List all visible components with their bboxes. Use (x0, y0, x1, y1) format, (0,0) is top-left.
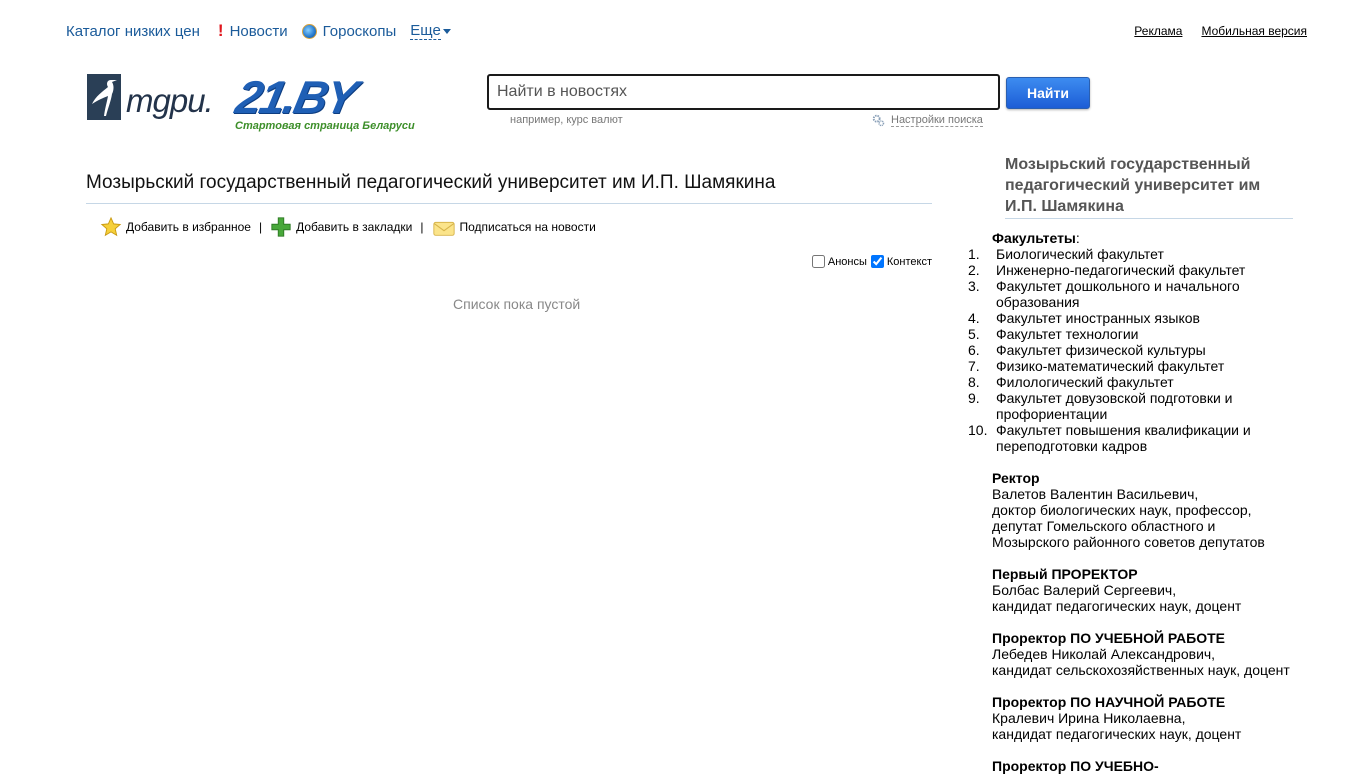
top-navigation: Каталог низких цен ! Новости Гороскопы Ещ… (66, 21, 465, 41)
page-title: Мозырьский государственный педагогически… (86, 172, 932, 204)
announcements-label: Анонсы (827, 255, 867, 268)
faculty-name: Филологический факультет (996, 374, 1174, 390)
prorector-sci-detail: кандидат педагогических наук, доцент (992, 726, 1242, 742)
first-prorector-detail: кандидат педагогических наук, доцент (992, 598, 1242, 614)
rector-detail: депутат Гомельского областного и (992, 518, 1216, 534)
sidebar-title: Мозырьский государственный педагогически… (1005, 154, 1293, 219)
search-input[interactable] (487, 74, 1000, 110)
caret-down-icon (442, 28, 451, 34)
nav-catalog-label: Каталог низких цен (66, 22, 200, 40)
search-example-hint: например, курс валют (510, 114, 623, 126)
empty-list-message: Список пока пустой (453, 296, 581, 312)
gear-icon (872, 114, 885, 127)
faculty-name: Инженерно-педагогический факультет (996, 262, 1246, 278)
faculty-name: Факультет дошкольного и начального образ… (996, 278, 1240, 310)
faculties-list: 1. Биологический факультет 2. Инженерно-пе… (968, 246, 1312, 454)
rector-name: Валетов Валентин Васильевич, (992, 486, 1199, 502)
nav-more-dropdown[interactable]: Еще (410, 21, 451, 40)
separator: | (420, 220, 424, 234)
search-settings: Настройки поиска (872, 114, 983, 127)
rector-detail: Мозырского районного советов депутатов (992, 534, 1265, 550)
announcements-filter[interactable]: Анонсы (811, 255, 867, 268)
logo-tagline: Стартовая страница Беларуси (235, 120, 415, 132)
subscribe-news-button[interactable]: Подписаться на новости (432, 216, 596, 238)
add-favorite-label: Добавить в избранное (126, 220, 251, 234)
list-item: 6. Факультет физической культуры (968, 342, 1206, 358)
globe-icon (301, 23, 317, 39)
list-item: 1. Биологический факультет (968, 246, 1164, 262)
faculty-name: Факультет иностранных языков (996, 310, 1200, 326)
prorector-sci-block: Проректор ПО НАУЧНОЙ РАБОТЕ Кралевич Ири… (992, 694, 1312, 742)
list-item: 2. Инженерно-педагогический факультет (968, 262, 1246, 278)
sidebar-info: Факультеты: 1. Биологический факультет 2.… (968, 230, 1312, 774)
rector-detail: доктор биологических наук, профессор, (992, 502, 1252, 518)
prorector-sci-heading: Проректор ПО НАУЧНОЙ РАБОТЕ (992, 694, 1226, 710)
list-item: 4. Факультет иностранных языков (968, 310, 1200, 326)
faculty-name: Биологический факультет (996, 246, 1164, 262)
plus-icon (271, 217, 291, 237)
list-item: 7. Физико-математический факультет (968, 358, 1225, 374)
nav-more-label: Еще (410, 21, 441, 40)
context-label: Контекст (886, 255, 932, 268)
action-bar: Добавить в избранное | Добавить в заклад… (100, 216, 596, 238)
site-logo[interactable]: mgpu. 21.BY Стартовая страница Беларуси (87, 71, 452, 136)
first-prorector-block: Первый ПРОРЕКТОР Болбас Валерий Сергееви… (992, 566, 1312, 614)
nav-news-label: Новости (229, 22, 288, 40)
nav-horoscopes-label: Гороскопы (322, 22, 397, 40)
faculty-name: Факультет технологии (996, 326, 1139, 342)
prorector-edu-block: Проректор ПО УЧЕБНОЙ РАБОТЕ Лебедев Нико… (992, 630, 1312, 678)
list-item: 10. Факультет повышения квалификации и пе… (968, 422, 1251, 454)
list-item: 3. Факультет дошкольного и начального обр… (968, 278, 1240, 310)
search-button[interactable]: Найти (1006, 77, 1090, 109)
prorector-next-block: Проректор ПО УЧЕБНО- (992, 758, 1312, 774)
rector-heading: Ректор (992, 470, 1040, 486)
context-checkbox[interactable] (870, 255, 884, 268)
mobile-version-link[interactable]: Мобильная версия (1201, 24, 1307, 38)
logo-21by-text: 21.BY (231, 71, 361, 123)
add-bookmark-button[interactable]: Добавить в закладки (270, 216, 412, 238)
filter-checkboxes: Анонсы Контекст (808, 255, 932, 268)
nav-news-link[interactable]: ! Новости (214, 21, 288, 41)
add-favorite-button[interactable]: Добавить в избранное (100, 216, 251, 238)
prorector-edu-heading: Проректор ПО УЧЕБНОЙ РАБОТЕ (992, 630, 1225, 646)
faculty-name: Факультет довузовской подготовки и профо… (996, 390, 1233, 422)
top-links: Реклама Мобильная версия (1115, 24, 1307, 38)
faculty-name: Физико-математический факультет (996, 358, 1225, 374)
prorector-next-heading: Проректор ПО УЧЕБНО- (992, 758, 1159, 774)
exclamation-icon: ! (217, 21, 224, 40)
announcements-checkbox[interactable] (811, 255, 825, 268)
ads-link[interactable]: Реклама (1134, 24, 1182, 38)
prorector-edu-detail: кандидат сельскохозяйственных наук, доце… (992, 662, 1290, 678)
list-item: 8. Филологический факультет (968, 374, 1174, 390)
prorector-edu-name: Лебедев Николай Александрович, (992, 646, 1216, 662)
search-settings-link[interactable]: Настройки поиска (891, 114, 983, 127)
prorector-sci-name: Кралевич Ирина Николаевна, (992, 710, 1186, 726)
subscribe-news-label: Подписаться на новости (459, 220, 596, 234)
nav-horoscopes-link[interactable]: Гороскопы (301, 22, 397, 40)
nav-catalog-link[interactable]: Каталог низких цен (66, 23, 200, 40)
heron-logo-icon (87, 74, 121, 120)
list-item: 9. Факультет довузовской подготовки и про… (968, 390, 1233, 422)
logo-mgpu-text: mgpu. (126, 82, 214, 119)
context-filter[interactable]: Контекст (870, 255, 932, 268)
faculties-heading: Факультеты: (992, 230, 1080, 246)
envelope-icon (432, 221, 455, 236)
star-icon (100, 216, 122, 237)
first-prorector-name: Болбас Валерий Сергеевич, (992, 582, 1177, 598)
faculties-heading-label: Факультеты (992, 230, 1076, 246)
faculty-name: Факультет повышения квалификации и переп… (996, 422, 1251, 454)
faculty-name: Факультет физической культуры (996, 342, 1206, 358)
add-bookmark-label: Добавить в закладки (296, 220, 413, 234)
first-prorector-heading: Первый ПРОРЕКТОР (992, 566, 1138, 582)
list-item: 5. Факультет технологии (968, 326, 1139, 342)
separator: | (258, 220, 263, 234)
rector-block: Ректор Валетов Валентин Васильевич, докт… (992, 470, 1312, 550)
